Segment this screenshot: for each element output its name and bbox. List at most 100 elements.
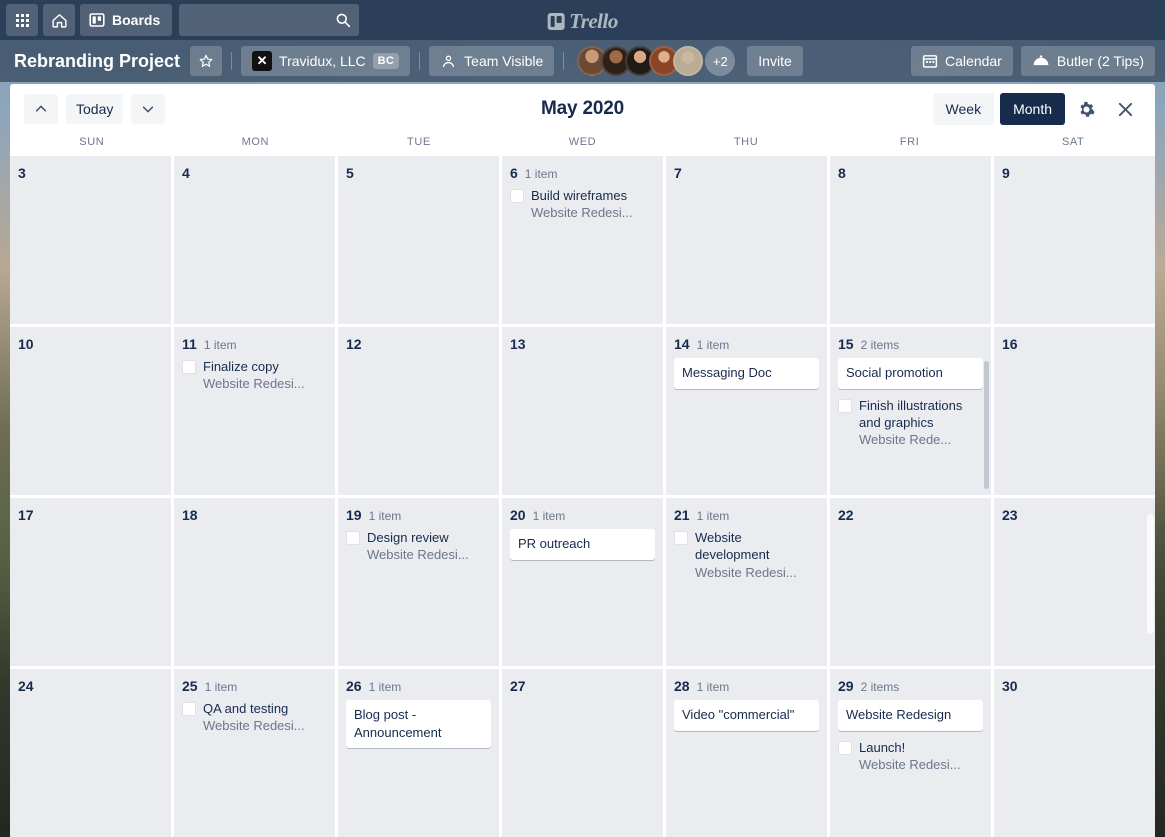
day-cell-header: 29 2 items [838,678,983,694]
checkbox-icon[interactable] [182,702,196,716]
day-cell-header: 26 1 item [346,678,491,694]
calendar-toolbar-right: Week Month [932,93,1143,125]
checkbox-icon[interactable] [510,189,524,203]
calendar-checklist-item[interactable]: QA and testing Website Redesi... [182,700,327,735]
calendar-card[interactable]: Blog post - Announcement [346,700,491,749]
boards-button[interactable]: Boards [80,4,173,36]
calendar-day-cell[interactable]: 3 [10,156,171,324]
view-month-button[interactable]: Month [1000,93,1065,125]
calendar-day-cell[interactable]: 12 [338,327,499,495]
calendar-toolbar: Today May 2020 Week Month [10,84,1155,134]
calendar-day-cell[interactable]: 22 [830,498,991,666]
calendar-day-cell[interactable]: 7 [666,156,827,324]
calendar-card[interactable]: PR outreach [510,529,655,560]
checklist-item-title: Finalize copy [203,359,279,374]
calendar-card[interactable]: Social promotion [838,358,983,389]
close-calendar-button[interactable] [1110,94,1141,124]
weekday-header-row: SUN MON TUE WED THU FRI SAT [10,134,1155,156]
calendar-day-cell[interactable]: 14 1 item Messaging Doc [666,327,827,495]
day-item-count: 1 item [696,680,730,694]
day-number: 10 [18,336,34,352]
checklist-item-list-name: Website Redesi... [695,564,797,580]
calendar-day-cell[interactable]: 11 1 item Finalize copy Website Redesi... [174,327,335,495]
day-cell-header: 15 2 items [838,336,983,352]
calendar-day-cell[interactable]: 15 2 items Social promotion Finish illustra… [830,327,991,495]
calendar-day-cell[interactable]: 29 2 items Website Redesign Launch! Website … [830,669,991,837]
trello-logo[interactable]: Trello [547,9,618,34]
visibility-button[interactable]: Team Visible [429,46,555,76]
calendar-day-cell[interactable]: 24 [10,669,171,837]
today-button[interactable]: Today [66,94,124,124]
day-number: 12 [346,336,362,352]
calendar-day-cell[interactable]: 23 [994,498,1155,666]
day-number: 27 [510,678,526,694]
calendar-day-cell[interactable]: 19 1 item Design review Website Redesi... [338,498,499,666]
calendar-day-cell[interactable]: 20 1 item PR outreach [502,498,663,666]
avatar[interactable] [673,46,704,76]
calendar-day-cell[interactable]: 21 1 item Website development Website Redes… [666,498,827,666]
apps-grid-button[interactable] [6,4,38,36]
checkbox-icon[interactable] [838,740,852,755]
calendar-power-up-button[interactable]: Calendar [911,46,1013,76]
home-icon [51,13,67,28]
day-number: 25 [182,678,198,694]
star-board-button[interactable] [190,46,223,76]
calendar-day-cell[interactable]: 13 [502,327,663,495]
member-avatars[interactable]: +2 [577,46,736,76]
calendar-day-cell[interactable]: 9 [994,156,1155,324]
butler-button[interactable]: Butler (2 Tips) [1020,46,1155,76]
invite-button[interactable]: Invite [747,46,803,76]
checklist-item-list-name: Website Redesi... [859,756,961,772]
search-icon[interactable] [335,12,351,28]
day-number: 9 [1002,165,1010,181]
team-button[interactable]: ✕ Travidux, LLC BC [241,46,411,76]
day-item-count: 1 item [203,338,237,352]
next-period-button[interactable] [131,94,166,124]
day-item-count: 1 item [204,680,238,694]
home-button[interactable] [43,4,75,36]
checkbox-icon[interactable] [674,531,688,545]
calendar-card[interactable]: Messaging Doc [674,358,819,389]
calendar-card[interactable]: Website Redesign [838,700,983,731]
header-divider-3 [563,52,565,70]
day-number: 4 [182,165,190,181]
search-input[interactable] [179,4,360,36]
calendar-day-cell[interactable]: 17 [10,498,171,666]
calendar-day-cell[interactable]: 25 1 item QA and testing Website Redesi... [174,669,335,837]
day-number: 17 [18,507,34,523]
calendar-day-cell[interactable]: 10 [10,327,171,495]
checklist-item-list-name: Website Redesi... [203,376,305,392]
calendar-day-cell[interactable]: 16 [994,327,1155,495]
view-week-button[interactable]: Week [932,93,995,125]
calendar-checklist-item[interactable]: Design review Website Redesi... [346,529,491,564]
search-box[interactable] [179,4,360,36]
board-header-right-group: Calendar Butler (2 Tips) [911,46,1155,76]
checkbox-icon[interactable] [838,398,852,413]
calendar-day-cell[interactable]: 6 1 item Build wireframes Website Redesi... [502,156,663,324]
calendar-day-cell[interactable]: 8 [830,156,991,324]
checklist-item-title: Build wireframes [531,188,628,203]
calendar-checklist-item[interactable]: Finalize copy Website Redesi... [182,358,327,393]
calendar-checklist-item[interactable]: Launch! Website Redesi... [838,739,983,774]
previous-period-button[interactable] [24,94,58,124]
avatar-overflow-badge[interactable]: +2 [705,46,736,76]
calendar-card[interactable]: Video "commercial" [674,700,819,731]
calendar-checklist-item[interactable]: Build wireframes Website Redesi... [510,187,655,222]
calendar-day-cell[interactable]: 28 1 item Video "commercial" [666,669,827,837]
checkbox-icon[interactable] [182,360,196,374]
day-cell-scrollbar[interactable] [984,361,989,489]
calendar-checklist-item[interactable]: Finish illustrations and graphics Website… [838,397,983,449]
calendar-day-cell[interactable]: 26 1 item Blog post - Announcement [338,669,499,837]
calendar-day-cell[interactable]: 4 [174,156,335,324]
day-cell-header: 23 [1002,507,1147,523]
today-label: Today [76,101,114,117]
calendar-settings-button[interactable] [1071,94,1102,124]
team-name: Travidux, LLC [279,53,366,69]
calendar-day-cell[interactable]: 18 [174,498,335,666]
page-scrollbar[interactable] [1147,514,1154,634]
calendar-checklist-item[interactable]: Website development Website Redesi... [674,529,819,581]
checkbox-icon[interactable] [346,531,360,545]
calendar-day-cell[interactable]: 27 [502,669,663,837]
calendar-day-cell[interactable]: 5 [338,156,499,324]
calendar-day-cell[interactable]: 30 [994,669,1155,837]
